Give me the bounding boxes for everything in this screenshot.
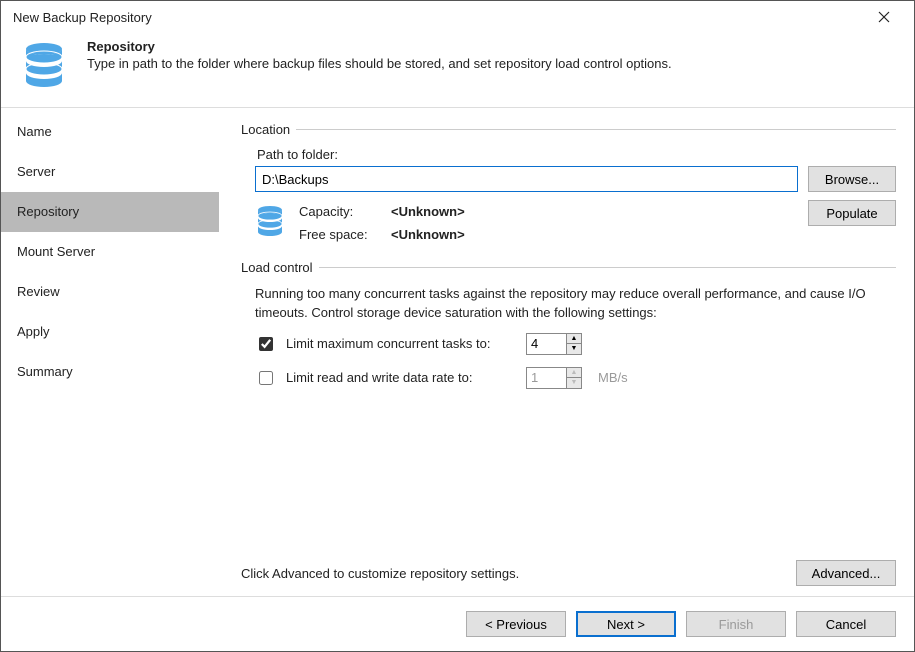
limit-rate-spinner[interactable]: ▲ ▼ [526,367,582,389]
titlebar: New Backup Repository [1,1,914,33]
nav-item-review[interactable]: Review [1,272,219,312]
window-title: New Backup Repository [13,10,152,25]
limit-tasks-up[interactable]: ▲ [566,333,582,344]
wizard-window: New Backup Repository Repository Type in… [0,0,915,652]
limit-tasks-value[interactable] [526,333,566,355]
next-button[interactable]: Next > [576,611,676,637]
cancel-button[interactable]: Cancel [796,611,896,637]
limit-tasks-down[interactable]: ▼ [566,344,582,355]
advanced-hint: Click Advanced to customize repository s… [241,566,519,581]
path-input[interactable] [255,166,798,192]
page-title: Repository [87,39,672,54]
chevron-up-icon: ▲ [571,369,578,376]
limit-tasks-checkbox[interactable] [259,337,273,351]
nav-item-summary[interactable]: Summary [1,352,219,392]
browse-button[interactable]: Browse... [808,166,896,192]
nav-item-mount-server[interactable]: Mount Server [1,232,219,272]
wizard-footer: < Previous Next > Finish Cancel [1,597,914,651]
path-label: Path to folder: [257,147,896,162]
load-control-legend: Load control [241,260,319,275]
location-legend: Location [241,122,296,137]
advanced-row: Click Advanced to customize repository s… [241,552,896,586]
free-space-label: Free space: [299,227,383,242]
close-button[interactable] [862,3,906,31]
free-space-value: <Unknown> [391,227,465,242]
nav-item-apply[interactable]: Apply [1,312,219,352]
limit-tasks-label: Limit maximum concurrent tasks to: [286,336,516,351]
page-subtitle: Type in path to the folder where backup … [87,56,672,71]
header-text: Repository Type in path to the folder wh… [87,39,672,71]
load-control-group: Load control Running too many concurrent… [241,260,896,401]
wizard-content: Location Path to folder: Browse... [219,108,914,596]
previous-button[interactable]: < Previous [466,611,566,637]
limit-rate-value [526,367,566,389]
wizard-nav: Name Server Repository Mount Server Revi… [1,108,219,596]
populate-button[interactable]: Populate [808,200,896,226]
limit-rate-unit: MB/s [598,370,628,385]
nav-item-server[interactable]: Server [1,152,219,192]
limit-rate-checkbox[interactable] [259,371,273,385]
chevron-down-icon: ▼ [571,379,578,386]
database-small-icon [255,204,285,238]
nav-item-repository[interactable]: Repository [1,192,219,232]
limit-tasks-spinner[interactable]: ▲ ▼ [526,333,582,355]
limit-rate-label: Limit read and write data rate to: [286,370,516,385]
chevron-down-icon: ▼ [571,345,578,352]
wizard-body: Name Server Repository Mount Server Revi… [1,107,914,597]
limit-rate-up: ▲ [566,367,582,378]
nav-item-name[interactable]: Name [1,112,219,152]
limit-rate-down: ▼ [566,378,582,389]
database-icon [19,39,69,89]
capacity-value: <Unknown> [391,204,465,219]
close-icon [878,11,890,23]
finish-button: Finish [686,611,786,637]
chevron-up-icon: ▲ [571,335,578,342]
wizard-header: Repository Type in path to the folder wh… [1,33,914,107]
load-control-description: Running too many concurrent tasks agains… [255,285,895,323]
location-group: Location Path to folder: Browse... [241,122,896,242]
advanced-button[interactable]: Advanced... [796,560,896,586]
capacity-label: Capacity: [299,204,383,219]
